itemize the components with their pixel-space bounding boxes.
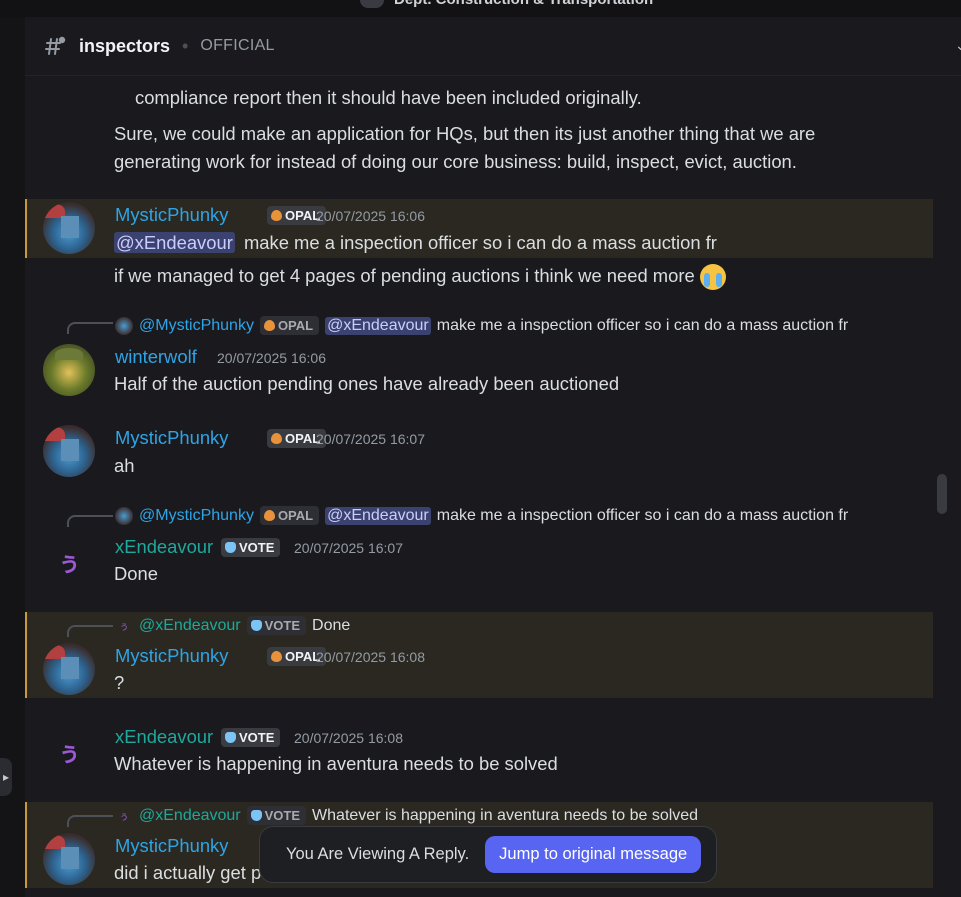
mini-avatar: ぅ (119, 812, 129, 823)
user-mention[interactable]: @xEndeavour (114, 232, 235, 253)
author-name[interactable]: MysticPhunky (115, 835, 228, 857)
reply-preview[interactable]: @MysticPhunky OPAL @xEndeavour make me a… (115, 506, 848, 525)
hash-thread-icon (45, 36, 66, 55)
message-text: compliance report then it should have be… (135, 87, 642, 108)
message-list: compliance report then it should have be… (25, 76, 961, 897)
vote-gem-icon (250, 620, 262, 631)
message-text: ah (114, 455, 135, 476)
message-text: if we managed to get 4 pages of pending … (114, 264, 695, 286)
opal-gem-icon (271, 210, 282, 221)
opal-tag: OPAL (259, 506, 320, 525)
reply-author[interactable]: @xEndeavour (139, 617, 241, 635)
reply-preview[interactable]: ぅ @xEndeavour VOTE Whatever is happening… (115, 806, 698, 825)
jump-to-original-button[interactable]: Jump to original message (485, 836, 702, 873)
server-pill[interactable]: Dept. Construction & Transportation (360, 0, 653, 8)
reply-text: Done (312, 616, 351, 634)
opal-gem-icon (271, 433, 282, 444)
channel-name: inspectors (79, 35, 171, 56)
opal-tag: OPAL (259, 316, 320, 335)
message-text: generating work for instead of doing our… (114, 151, 797, 172)
message-text: Done (114, 563, 158, 584)
reply-banner: You Are Viewing A Reply. Jump to origina… (259, 826, 717, 883)
avatar[interactable] (43, 833, 95, 885)
timestamp: 20/07/2025 16:07 (294, 540, 403, 556)
vote-tag: VOTE (221, 538, 281, 557)
xendeavour-logo-icon[interactable]: ぅ (43, 724, 95, 776)
xendeavour-logo-icon[interactable]: ぅ (43, 534, 95, 586)
reply-connector (67, 815, 113, 827)
header-overflow-icon[interactable]: ⌄ (955, 37, 961, 55)
vote-tag: VOTE (246, 616, 307, 635)
avatar[interactable] (43, 202, 95, 254)
reply-author[interactable]: @MysticPhunky (139, 317, 254, 335)
vote-tag: VOTE (246, 806, 307, 825)
message-text: ? (114, 672, 125, 693)
user-mention[interactable]: @xEndeavour (325, 316, 431, 335)
reply-preview[interactable]: @MysticPhunky OPAL @xEndeavour make me a… (115, 316, 848, 335)
avatar[interactable] (43, 344, 95, 396)
message-text: Whatever is happening in aventura needs … (114, 753, 558, 774)
mini-avatar (115, 316, 133, 335)
timestamp: 20/07/2025 16:08 (316, 649, 425, 665)
reply-text: make me a inspection officer so i can do… (436, 316, 849, 334)
expand-handle-icon[interactable]: ▸ (0, 758, 12, 796)
timestamp: 20/07/2025 16:07 (316, 431, 425, 447)
message-body: @xEndeavour make me a inspection officer… (114, 232, 717, 254)
vote-gem-icon (225, 542, 236, 553)
reply-author[interactable]: @MysticPhunky (139, 507, 254, 525)
timestamp: 20/07/2025 16:06 (316, 208, 425, 224)
vote-gem-icon (225, 732, 236, 743)
reply-preview[interactable]: ぅ @xEndeavour VOTE Done (115, 616, 350, 635)
reply-text: make me a inspection officer so i can do… (436, 506, 849, 524)
author-name[interactable]: MysticPhunky (115, 427, 228, 449)
mini-avatar (115, 506, 133, 525)
reply-author[interactable]: @xEndeavour (139, 807, 241, 825)
user-mention[interactable]: @xEndeavour (325, 506, 431, 525)
loudly-crying-face-icon (699, 264, 726, 290)
server-name: Dept. Construction & Transportation (394, 0, 653, 8)
opal-gem-icon (271, 651, 282, 662)
author-name[interactable]: MysticPhunky (115, 645, 228, 667)
mini-avatar: ぅ (119, 622, 129, 633)
reply-text: Whatever is happening in aventura needs … (312, 806, 699, 824)
reply-banner-text: You Are Viewing A Reply. (286, 845, 470, 863)
opal-gem-icon (263, 510, 275, 521)
avatar[interactable] (43, 425, 95, 477)
message-text: make me a inspection officer so i can do… (243, 232, 717, 253)
message-text: Half of the auction pending ones have al… (114, 373, 620, 394)
message-body: if we managed to get 4 pages of pending … (114, 264, 726, 290)
reply-connector (67, 625, 113, 637)
timestamp: 20/07/2025 16:08 (294, 730, 403, 746)
author-name[interactable]: winterwolf (115, 346, 197, 368)
avatar[interactable] (43, 643, 95, 695)
header-separator: • (182, 35, 189, 56)
opal-gem-icon (263, 320, 275, 331)
reply-connector (67, 322, 113, 334)
channel-header: inspectors • OFFICIAL ⌄ (25, 17, 961, 76)
author-name[interactable]: xEndeavour (115, 726, 213, 748)
window-topbar: Dept. Construction & Transportation (0, 0, 961, 17)
server-icon (360, 0, 384, 8)
vote-tag: VOTE (221, 728, 281, 747)
vote-gem-icon (250, 810, 262, 821)
left-strip: ▸ (0, 17, 25, 897)
reply-connector (67, 515, 113, 527)
message-text: did i actually get p (114, 862, 262, 883)
channel-topic: OFFICIAL (200, 37, 275, 54)
scrollbar-thumb[interactable] (937, 474, 947, 514)
timestamp: 20/07/2025 16:06 (217, 350, 326, 366)
message-text: Sure, we could make an application for H… (114, 123, 816, 144)
author-name[interactable]: MysticPhunky (115, 204, 228, 226)
author-name[interactable]: xEndeavour (115, 536, 213, 558)
